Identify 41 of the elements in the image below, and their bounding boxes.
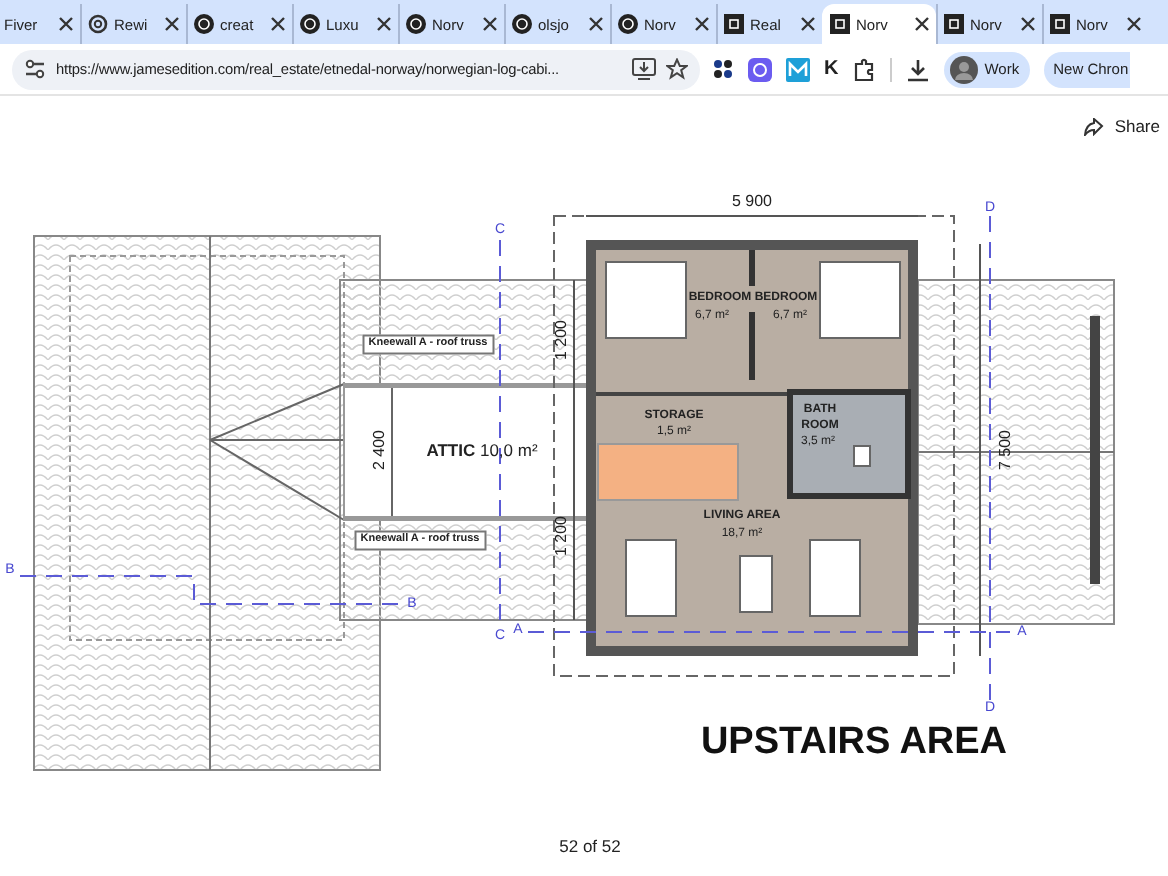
circle-logo-icon bbox=[194, 14, 214, 34]
extension-button[interactable]: K bbox=[824, 58, 839, 80]
square-logo-icon bbox=[1050, 14, 1070, 34]
close-icon bbox=[1020, 16, 1036, 32]
close-icon bbox=[800, 16, 816, 32]
at-icon bbox=[88, 14, 108, 34]
attic-label: ATTIC 10,0 m² bbox=[426, 441, 538, 459]
avatar-icon bbox=[950, 55, 979, 83]
dimension-label: 7 500 bbox=[998, 429, 1014, 471]
download-icon bbox=[906, 57, 931, 81]
dimension-label: 2 400 bbox=[372, 429, 388, 471]
plan-title: UPSTAIRS AREA bbox=[700, 723, 1008, 761]
close-icon bbox=[58, 16, 74, 32]
close-icon bbox=[588, 16, 604, 32]
share-icon bbox=[1084, 117, 1105, 135]
page-counter: 52 of 52 bbox=[559, 836, 621, 856]
circle-logo-icon bbox=[618, 14, 638, 34]
share-button[interactable]: Share bbox=[1084, 116, 1160, 136]
extension-badge-icon bbox=[748, 57, 772, 81]
puzzle-icon bbox=[852, 57, 877, 81]
dimension-label: 5 900 bbox=[731, 194, 773, 210]
close-icon bbox=[914, 16, 930, 32]
dimension-label: 1 200 bbox=[554, 319, 570, 361]
mail-logo-icon bbox=[786, 57, 810, 81]
square-logo-icon bbox=[944, 14, 964, 34]
circle-logo-icon bbox=[406, 14, 426, 34]
dimension-label: 1 200 bbox=[554, 515, 570, 557]
square-logo-icon bbox=[724, 14, 744, 34]
close-icon bbox=[376, 16, 392, 32]
dots-grid-icon bbox=[712, 58, 734, 80]
close-icon bbox=[694, 16, 710, 32]
square-logo-icon bbox=[830, 14, 850, 34]
circle-logo-icon bbox=[300, 14, 320, 34]
close-icon bbox=[482, 16, 498, 32]
site-settings-icon bbox=[24, 58, 46, 80]
close-icon bbox=[164, 16, 180, 32]
close-icon bbox=[270, 16, 286, 32]
star-icon bbox=[666, 58, 688, 80]
close-icon bbox=[1126, 16, 1142, 32]
install-icon bbox=[632, 58, 656, 80]
circle-logo-icon bbox=[512, 14, 532, 34]
